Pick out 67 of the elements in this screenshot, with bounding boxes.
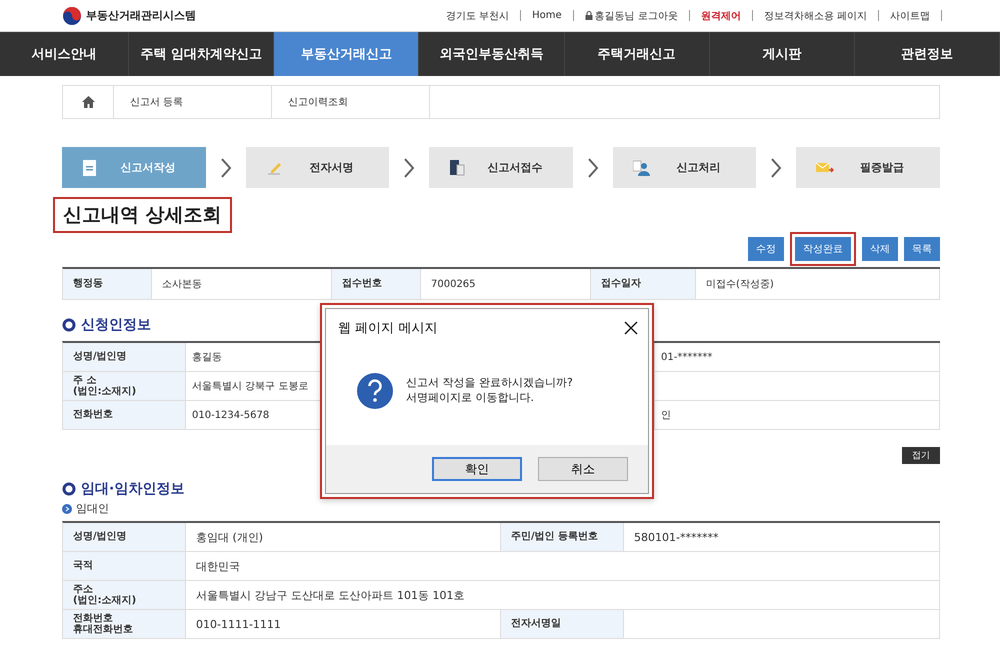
site-logo-text[interactable]: 부동산거래관리시스템: [86, 8, 196, 23]
nav-tab[interactable]: 부동산거래신고: [274, 32, 420, 76]
dialog-title: 웹 페이지 메시지: [338, 320, 438, 337]
action-button[interactable]: 작성완료: [795, 237, 851, 261]
table-cell: 대한민국: [186, 552, 940, 581]
page-title: 신고내역 상세조회: [53, 197, 232, 233]
top-link[interactable]: 정보격차해소용 페이지: [764, 8, 867, 22]
table-header-cell: 전화번호 휴대전화번호: [63, 610, 186, 639]
table-header-cell: 전자서명일: [501, 610, 624, 639]
person-icon: [632, 160, 651, 176]
ring-icon: [62, 318, 76, 332]
table-header-cell: 성명/법인명: [63, 523, 186, 552]
chevron-icon: [770, 158, 782, 178]
collapse-button[interactable]: 접기: [902, 447, 940, 464]
table-cell: 미접수(작성중): [696, 269, 940, 300]
table-cell: 010-1111-1111: [186, 610, 501, 639]
step-label: 필증발급: [859, 160, 906, 175]
action-button[interactable]: 수정: [748, 237, 784, 261]
dialog-button[interactable]: 취소: [538, 457, 628, 481]
top-link[interactable]: 홍길동님 로그아웃: [584, 8, 678, 22]
table-header-cell: 전화번호: [63, 401, 186, 430]
nav-tab[interactable]: 주택거래신고: [564, 32, 710, 76]
table-cell: 01-*******: [655, 343, 940, 372]
lock-icon: [584, 11, 593, 20]
table-header-cell: 접수일자: [591, 269, 696, 300]
top-link[interactable]: Home: [532, 10, 562, 21]
emblem-icon: [62, 6, 82, 26]
nav-tab[interactable]: 서비스안내: [0, 32, 129, 76]
table-header-cell: 행정동: [63, 269, 152, 300]
nav-tab[interactable]: 관련정보: [854, 32, 1000, 76]
dialog-message: 신고서 작성을 완료하시겠습니까? 서명페이지로 이동합니다.: [406, 376, 573, 406]
action-button[interactable]: 삭제: [862, 237, 898, 261]
step-label: 신고서접수: [486, 160, 544, 175]
breadcrumb-link[interactable]: 신고서 등록: [114, 86, 272, 118]
bullet-icon: [62, 504, 72, 514]
table-header-cell: 주민/법인 등록번호: [501, 523, 624, 552]
question-icon: [356, 372, 394, 410]
chevron-icon: [403, 158, 416, 178]
region-label: 경기도 부천시: [446, 10, 510, 22]
top-link[interactable]: 사이트맵: [890, 8, 930, 22]
step-label: 신고처리: [676, 160, 722, 175]
dialog-button[interactable]: 확인: [432, 457, 522, 481]
table-header-cell: 국적: [63, 552, 186, 581]
table-header-cell: 주소 (법인:소재지): [63, 581, 186, 610]
breadcrumb-link[interactable]: 신고이력조회: [272, 86, 430, 118]
step-label: 전자서명: [308, 160, 354, 175]
home-icon: [82, 96, 94, 108]
files-icon: [449, 160, 468, 176]
chevron-icon: [586, 158, 599, 178]
ring-icon: [62, 482, 76, 496]
table-cell: 인: [655, 401, 940, 430]
table-header-cell: 접수번호: [332, 269, 421, 300]
envelope-icon: [816, 160, 834, 176]
nav-tab[interactable]: 게시판: [710, 32, 855, 76]
step-label: 신고서작성: [119, 160, 176, 175]
table-header-cell: 성명/법인명: [63, 343, 186, 372]
table-cell: 홍임대 (개인): [186, 523, 501, 552]
section-title: 신청인정보: [81, 316, 151, 334]
table-header-cell: 주 소 (법인:소재지): [63, 372, 186, 401]
nav-tab[interactable]: 외국인부동산취득: [419, 32, 565, 76]
top-link[interactable]: 원격제어: [700, 8, 741, 22]
table-cell: 580101-*******: [624, 523, 940, 552]
chevron-icon: [220, 158, 232, 178]
section-title: 임대·임차인정보: [81, 480, 184, 498]
close-icon[interactable]: [624, 321, 638, 335]
action-button[interactable]: 목록: [904, 237, 940, 261]
subsection-title: 임대인: [76, 501, 109, 516]
